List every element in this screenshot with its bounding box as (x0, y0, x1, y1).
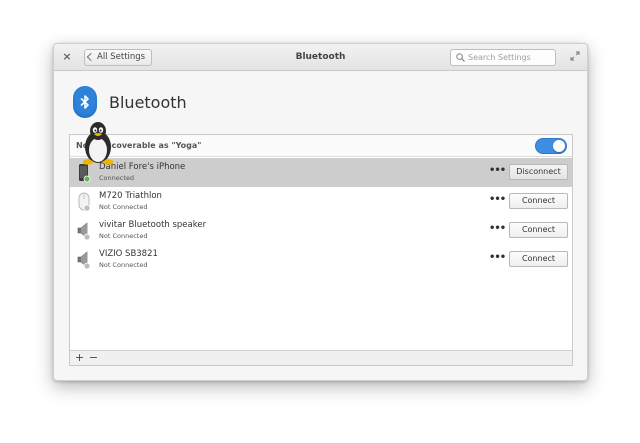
more-options-button[interactable]: ••• (489, 224, 506, 234)
device-row-vizio[interactable]: VIZIO SB3821 Not Connected ••• Connect (70, 245, 572, 274)
more-options-button[interactable]: ••• (489, 166, 506, 176)
device-row-iphone[interactable]: Daniel Fore's iPhone Connected ••• Disco… (70, 158, 572, 187)
more-options-button[interactable]: ••• (489, 253, 506, 263)
add-device-button[interactable]: + (72, 351, 87, 365)
connect-button[interactable]: Connect (509, 251, 568, 267)
page-title: Bluetooth (109, 93, 187, 112)
connect-button[interactable]: Connect (509, 222, 568, 238)
speaker-icon (77, 222, 91, 241)
mouse-icon (78, 192, 91, 212)
device-row-vivitar-speaker[interactable]: vivitar Bluetooth speaker Not Connected … (70, 216, 572, 245)
device-list-panel: Now discoverable as "Yoga" Daniel Fore's… (69, 134, 573, 366)
search-input[interactable] (468, 51, 553, 64)
more-options-button[interactable]: ••• (489, 195, 506, 205)
device-status: Not Connected (99, 232, 148, 240)
search-box[interactable] (450, 49, 556, 66)
list-toolbar: + − (70, 350, 572, 365)
device-status: Connected (99, 174, 135, 182)
speaker-icon (77, 251, 91, 270)
settings-window: × All Settings Bluetooth Bluetooth Now d… (53, 43, 588, 381)
device-status: Not Connected (99, 261, 148, 269)
toggle-knob (553, 140, 565, 152)
disconnect-button[interactable]: Disconnect (509, 164, 568, 180)
device-name: M720 Triathlon (99, 191, 162, 201)
device-name: VIZIO SB3821 (99, 249, 158, 259)
device-name: vivitar Bluetooth speaker (99, 220, 207, 230)
device-row-mouse[interactable]: M720 Triathlon Not Connected ••• Connect (70, 187, 572, 216)
connect-button[interactable]: Connect (509, 193, 568, 209)
tux-penguin-icon (83, 122, 113, 165)
titlebar: × All Settings Bluetooth (54, 44, 587, 71)
device-status: Not Connected (99, 203, 148, 211)
remove-device-button[interactable]: − (86, 351, 101, 365)
discoverable-row: Now discoverable as "Yoga" (70, 135, 572, 157)
maximize-icon[interactable] (570, 51, 580, 61)
bluetooth-toggle[interactable] (535, 138, 567, 154)
bluetooth-icon (73, 86, 97, 118)
search-icon (456, 53, 465, 62)
